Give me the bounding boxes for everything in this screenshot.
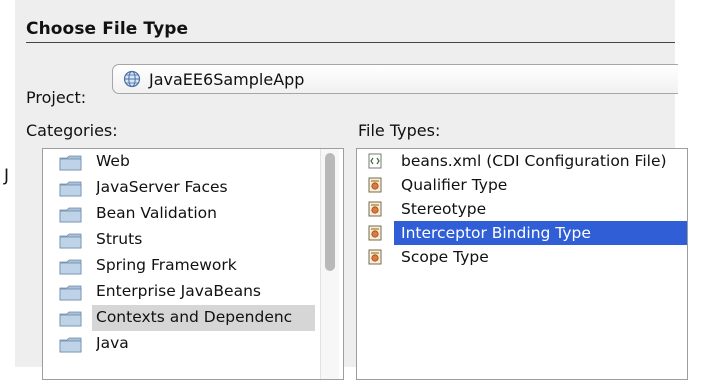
folder-icon [59,311,82,327]
folder-icon [59,207,82,223]
file-types-label: File Types: [358,121,441,140]
folder-icon [59,233,82,249]
file-type-item[interactable]: Stereotype [357,197,677,221]
globe-icon [123,70,141,88]
category-label: Spring Framework [96,256,237,274]
file-type-item[interactable]: Interceptor Binding Type [368,221,687,245]
dialog-title: Choose File Type [26,19,189,39]
file-type-label: Interceptor Binding Type [401,224,591,242]
file-type-item[interactable]: beans.xml (CDI Configuration File) [357,149,677,173]
category-item[interactable]: Struts [43,227,315,253]
category-label: Bean Validation [96,204,217,222]
annotation-file-icon [368,201,382,217]
file-type-label: Stereotype [401,200,487,218]
folder-icon [59,285,82,301]
clipped-edge-text: J [4,166,10,186]
title-divider [26,42,675,43]
category-label: Struts [96,230,143,248]
annotation-file-icon [368,177,382,193]
annotation-file-icon [368,225,382,241]
folder-icon [59,155,82,171]
category-item[interactable]: Enterprise JavaBeans [43,279,315,305]
category-label: Enterprise JavaBeans [96,282,261,300]
file-type-label: beans.xml (CDI Configuration File) [401,152,667,170]
category-item[interactable]: Java [43,331,315,357]
xml-file-icon [368,153,382,169]
categories-label: Categories: [26,121,118,140]
folder-icon [59,181,82,197]
category-item[interactable]: Bean Validation [43,201,315,227]
category-item[interactable]: Contexts and Dependenc [59,305,315,331]
categories-scroll-thumb[interactable] [325,153,335,271]
category-item[interactable]: Spring Framework [43,253,315,279]
category-item[interactable]: Web [43,149,315,175]
project-select-value: JavaEE6SampleApp [149,70,305,89]
annotation-file-icon [368,249,382,265]
category-label: JavaServer Faces [96,178,228,196]
folder-icon [59,259,82,275]
category-item[interactable]: JavaServer Faces [43,175,315,201]
file-type-item[interactable]: Qualifier Type [357,173,677,197]
file-type-item[interactable]: Scope Type [357,245,677,269]
file-type-label: Scope Type [401,248,489,266]
file-type-label: Qualifier Type [401,176,508,194]
category-label: Web [96,152,130,170]
folder-icon [59,337,82,353]
project-label: Project: [26,88,87,107]
file-types-list[interactable]: beans.xml (CDI Configuration File) Qualif… [356,148,688,380]
categories-scrollbar[interactable] [320,149,339,379]
category-label: Contexts and Dependenc [96,308,293,326]
category-label: Java [96,334,129,352]
categories-list[interactable]: Web JavaServer Faces Bean Validation Struts… [42,148,344,380]
project-select[interactable]: JavaEE6SampleApp [112,64,678,94]
